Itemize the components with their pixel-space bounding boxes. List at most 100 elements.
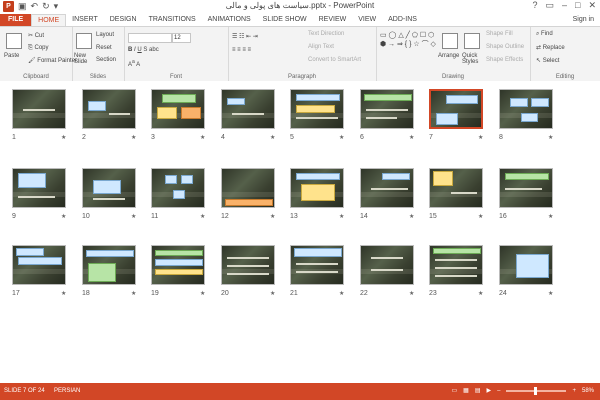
slide-thumbnail-6[interactable] <box>360 89 414 129</box>
slide-thumbnail-20[interactable] <box>221 245 275 285</box>
shape-fill-button[interactable]: Shape Fill <box>486 31 513 37</box>
replace-button[interactable]: ⇄ Replace <box>536 44 565 51</box>
new-slide-button[interactable]: New Slide <box>74 53 96 65</box>
slide-thumbnail-8[interactable] <box>499 89 553 129</box>
transition-star-icon[interactable]: ★ <box>200 134 205 141</box>
slide-thumbnail-23[interactable] <box>429 245 483 285</box>
slide-thumbnail-13[interactable] <box>290 168 344 208</box>
slide-thumbnail-1[interactable] <box>12 89 66 129</box>
shapes-gallery[interactable]: ▭ ◯ △ ╱ ⬠ ☐ ⬡ ⬢ → ⇒ { } ☆ ⌒ ◇ <box>380 31 436 49</box>
zoom-slider-knob[interactable] <box>534 386 538 395</box>
align-text-button[interactable]: Align Text <box>308 44 334 50</box>
transition-star-icon[interactable]: ★ <box>548 134 553 141</box>
transition-star-icon[interactable]: ★ <box>409 134 414 141</box>
normal-view-icon[interactable]: ▭ <box>451 387 457 394</box>
transition-star-icon[interactable]: ★ <box>478 290 483 297</box>
slide-thumbnail-4[interactable] <box>221 89 275 129</box>
transition-star-icon[interactable]: ★ <box>339 134 344 141</box>
transition-star-icon[interactable]: ★ <box>61 213 66 220</box>
slide-thumbnail-10[interactable] <box>82 168 136 208</box>
slide-thumbnail-5[interactable] <box>290 89 344 129</box>
section-button[interactable]: Section <box>96 57 116 63</box>
reset-button[interactable]: Reset <box>96 45 112 51</box>
transition-star-icon[interactable]: ★ <box>270 290 275 297</box>
zoom-slider[interactable] <box>506 386 567 395</box>
font-format-buttons[interactable]: B I U S abc <box>128 47 159 53</box>
convert-smartart-button[interactable]: Convert to SmartArt <box>308 57 361 63</box>
tab-view[interactable]: VIEW <box>352 14 382 26</box>
slide-thumbnail-3[interactable] <box>151 89 205 129</box>
tab-slide-show[interactable]: SLIDE SHOW <box>257 14 313 26</box>
slideshow-view-icon[interactable]: ▶ <box>487 387 492 394</box>
transition-star-icon[interactable]: ★ <box>409 290 414 297</box>
transition-star-icon[interactable]: ★ <box>131 134 136 141</box>
transition-star-icon[interactable]: ★ <box>61 134 66 141</box>
text-direction-button[interactable]: Text Direction <box>308 31 344 37</box>
zoom-in-icon[interactable]: + <box>572 388 576 394</box>
slide-thumbnail-14[interactable] <box>360 168 414 208</box>
zoom-level[interactable]: 58% <box>582 388 594 394</box>
language-indicator[interactable]: PERSIAN <box>54 388 80 394</box>
slide-thumbnail-2[interactable] <box>82 89 136 129</box>
transition-star-icon[interactable]: ★ <box>339 213 344 220</box>
help-icon[interactable]: ? <box>532 0 537 11</box>
copy-button[interactable]: ⎘ Copy <box>28 45 49 52</box>
font-size-combobox[interactable]: 12 <box>172 33 191 43</box>
slide-thumbnail-16[interactable] <box>499 168 553 208</box>
slide-thumbnail-22[interactable] <box>360 245 414 285</box>
transition-star-icon[interactable]: ★ <box>478 134 483 141</box>
slide-thumbnail-12[interactable] <box>221 168 275 208</box>
zoom-out-icon[interactable]: – <box>497 388 500 394</box>
alignment-buttons[interactable]: ≡ ≡ ≡ ≡ <box>232 47 251 53</box>
paste-button[interactable]: Paste <box>4 53 19 59</box>
tab-design[interactable]: DESIGN <box>104 14 143 26</box>
format-painter-button[interactable]: 🖌 Format Painter <box>28 57 77 64</box>
transition-star-icon[interactable]: ★ <box>548 213 553 220</box>
select-button[interactable]: ↖ Select <box>536 57 559 64</box>
font-name-combobox[interactable] <box>128 33 172 43</box>
transition-star-icon[interactable]: ★ <box>270 213 275 220</box>
cut-button[interactable]: ✂ Cut <box>28 32 44 39</box>
tab-add-ins[interactable]: ADD-INS <box>382 14 423 26</box>
find-button[interactable]: ⌕ Find <box>536 31 553 38</box>
layout-button[interactable]: Layout <box>96 32 114 38</box>
quick-styles-icon[interactable] <box>464 33 480 49</box>
slide-thumbnail-15[interactable] <box>429 168 483 208</box>
arrange-icon[interactable] <box>442 33 458 49</box>
new-slide-icon[interactable] <box>76 33 92 49</box>
font-color-buttons[interactable]: Aa A <box>128 59 140 68</box>
transition-star-icon[interactable]: ★ <box>131 213 136 220</box>
arrange-button[interactable]: Arrange <box>438 53 459 59</box>
transition-star-icon[interactable]: ★ <box>200 290 205 297</box>
tab-animations[interactable]: ANIMATIONS <box>202 14 257 26</box>
slide-thumbnail-21[interactable] <box>290 245 344 285</box>
transition-star-icon[interactable]: ★ <box>270 134 275 141</box>
close-icon[interactable]: ✕ <box>588 0 596 11</box>
tab-file[interactable]: FILE <box>0 14 32 26</box>
transition-star-icon[interactable]: ★ <box>478 213 483 220</box>
transition-star-icon[interactable]: ★ <box>548 290 553 297</box>
transition-star-icon[interactable]: ★ <box>409 213 414 220</box>
tab-home[interactable]: HOME <box>31 14 67 26</box>
shape-outline-button[interactable]: Shape Outline <box>486 44 524 50</box>
quick-styles-button[interactable]: Quick Styles <box>462 53 482 65</box>
slide-thumbnail-7[interactable] <box>429 89 483 129</box>
tab-transitions[interactable]: TRANSITIONS <box>143 14 202 26</box>
slide-thumbnail-24[interactable] <box>499 245 553 285</box>
transition-star-icon[interactable]: ★ <box>131 290 136 297</box>
ribbon-display-icon[interactable]: ▭ <box>545 0 554 11</box>
shape-effects-button[interactable]: Shape Effects <box>486 57 523 63</box>
reading-view-icon[interactable]: ▤ <box>475 387 481 394</box>
slide-thumbnail-11[interactable] <box>151 168 205 208</box>
tab-review[interactable]: REVIEW <box>313 14 353 26</box>
transition-star-icon[interactable]: ★ <box>200 213 205 220</box>
list-buttons[interactable]: ☰ ☷ ⇤ ⇥ <box>232 33 258 40</box>
slide-thumbnail-19[interactable] <box>151 245 205 285</box>
sign-in-link[interactable]: Sign in <box>573 16 594 23</box>
tab-insert[interactable]: INSERT <box>66 14 104 26</box>
slide-thumbnail-9[interactable] <box>12 168 66 208</box>
paste-icon[interactable] <box>6 33 22 49</box>
maximize-icon[interactable]: □ <box>575 0 580 11</box>
slide-thumbnail-17[interactable] <box>12 245 66 285</box>
transition-star-icon[interactable]: ★ <box>339 290 344 297</box>
